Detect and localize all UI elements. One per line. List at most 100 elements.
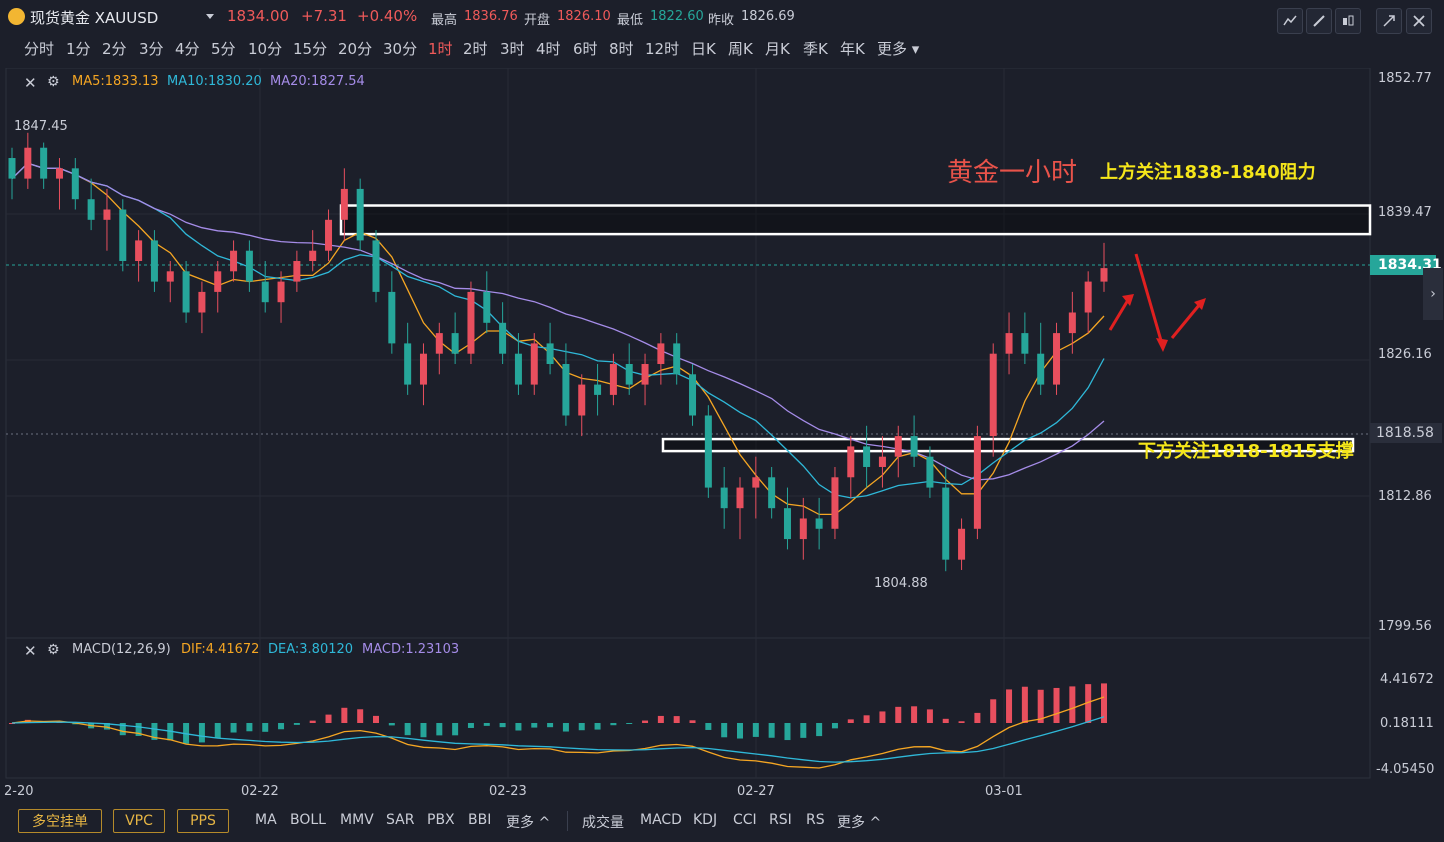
chevron-down-icon[interactable] [206, 14, 214, 19]
settings-icon[interactable]: ⚙ [47, 642, 60, 658]
candle-style-icon[interactable] [1335, 8, 1361, 34]
macd-dif: DIF:4.41672 [181, 642, 260, 657]
draw-pen-icon[interactable] [1306, 8, 1332, 34]
candle-body [103, 209, 111, 220]
main-indicator-item[interactable]: BBI [468, 812, 491, 828]
chevron-right-icon[interactable]: › [1423, 268, 1443, 320]
macd-bar [1006, 689, 1013, 723]
vpc-button[interactable]: VPC [113, 809, 165, 833]
macd-bar [198, 723, 205, 743]
main-indicator-item[interactable]: MMV [340, 812, 374, 828]
symbol-name[interactable]: 现货黄金 XAUUSD [30, 7, 158, 28]
candle-body [657, 343, 665, 364]
candle-body [704, 415, 712, 488]
macd-bar [784, 723, 791, 741]
timeframe-tab[interactable]: 2分 [102, 38, 127, 59]
candle-body [135, 240, 143, 262]
timeframe-tab[interactable]: 8时 [609, 38, 634, 59]
low-value: 1822.60 [650, 9, 704, 24]
close-icon[interactable]: ✕ [24, 642, 37, 660]
settings-icon[interactable]: ⚙ [47, 74, 60, 90]
candle-body [783, 508, 791, 540]
candle-body [530, 343, 538, 385]
timeframe-tab[interactable]: 季K [803, 38, 828, 59]
timeframe-tab[interactable]: 年K [840, 38, 865, 59]
macd-bar [863, 715, 870, 723]
high-value: 1836.76 [464, 9, 518, 24]
candle-body [878, 456, 886, 467]
timeframe-tab[interactable]: 日K [691, 38, 716, 59]
timeframe-tab[interactable]: 10分 [248, 38, 282, 59]
timeframe-tab[interactable]: 4分 [175, 38, 200, 59]
long-short-orders-button[interactable]: 多空挂单 [18, 809, 102, 833]
macd-title: MACD(12,26,9) [72, 642, 171, 657]
timeframe-tab[interactable]: 30分 [383, 38, 417, 59]
main-indicator-item[interactable]: 更多 ^ [506, 812, 550, 832]
timeframe-tab[interactable]: 15分 [293, 38, 327, 59]
timeframe-tab[interactable]: 3时 [500, 38, 525, 59]
macd-bar [325, 714, 332, 723]
candle-body [752, 477, 760, 488]
sub-indicator-item[interactable]: RSI [769, 812, 792, 828]
close-icon[interactable]: ✕ [24, 74, 37, 92]
macd-bar [214, 723, 221, 739]
close-icon[interactable] [1406, 8, 1432, 34]
timeframe-tab[interactable]: 5分 [211, 38, 236, 59]
candle-body [562, 363, 570, 416]
timeframe-tab[interactable]: 更多 ▾ [877, 38, 919, 59]
macd-bar [262, 723, 269, 732]
main-indicator-item[interactable]: PBX [427, 812, 455, 828]
candle-body [309, 250, 317, 262]
timeframe-tab[interactable]: 6时 [573, 38, 598, 59]
sub-indicator-item[interactable]: 更多 ^ [837, 812, 881, 832]
sub-indicator-item[interactable]: MACD [640, 812, 682, 828]
main-indicator-item[interactable]: SAR [386, 812, 414, 828]
candle-body [356, 188, 364, 241]
sub-indicator-item[interactable]: CCI [733, 812, 757, 828]
indicator-icon[interactable] [1277, 8, 1303, 34]
sub-indicator-item[interactable]: KDJ [693, 812, 717, 828]
timeframe-tab[interactable]: 月K [765, 38, 790, 59]
price-tick-highlight: 1818.58 [1370, 423, 1442, 443]
sub-indicator-item[interactable]: RS [806, 812, 825, 828]
pps-button[interactable]: PPS [177, 809, 229, 833]
timeframe-tab[interactable]: 3分 [139, 38, 164, 59]
macd-bar [420, 723, 427, 738]
macd-bar [847, 719, 854, 723]
low-mark: 1804.88 [874, 576, 928, 591]
timeframe-tab[interactable]: 20分 [338, 38, 372, 59]
main-indicator-item[interactable]: MA [255, 812, 277, 828]
prev-close-label: 昨收 [708, 13, 735, 28]
macd-bar [990, 699, 997, 723]
timeframe-tab[interactable]: 4时 [536, 38, 561, 59]
candle-body [499, 322, 507, 354]
macd-pane-border [5, 637, 1371, 779]
macd-bar [341, 707, 348, 723]
ma5-legend: MA5:1833.13 [72, 74, 159, 89]
macd-bar [1069, 686, 1076, 723]
candle-body [166, 271, 174, 282]
expand-icon[interactable] [1376, 8, 1402, 34]
timeframe-tab[interactable]: 分时 [24, 38, 54, 59]
candle-body [277, 281, 285, 303]
date-tick: 02-27 [737, 784, 775, 799]
candle-body [467, 291, 475, 354]
macd-bar [404, 723, 411, 736]
candle-body [641, 363, 649, 385]
timeframe-tab[interactable]: 1分 [66, 38, 91, 59]
candle-body [245, 250, 253, 282]
current-price: 1834.00 [227, 7, 290, 25]
timeframe-tab[interactable]: 1时 [428, 38, 453, 59]
resistance-zone [339, 204, 1372, 236]
sub-indicator-item[interactable]: 成交量 [582, 812, 624, 832]
timeframe-tab[interactable]: 12时 [645, 38, 679, 59]
timeframe-tab[interactable]: 周K [728, 38, 753, 59]
macd-bar [879, 711, 886, 723]
timeframe-tab[interactable]: 2时 [463, 38, 488, 59]
forecast-arrow [1134, 253, 1164, 345]
candle-body [942, 487, 950, 560]
candle-body [87, 199, 95, 220]
main-indicator-item[interactable]: BOLL [290, 812, 326, 828]
macd-bar [499, 723, 506, 728]
macd-bar [1021, 686, 1028, 723]
